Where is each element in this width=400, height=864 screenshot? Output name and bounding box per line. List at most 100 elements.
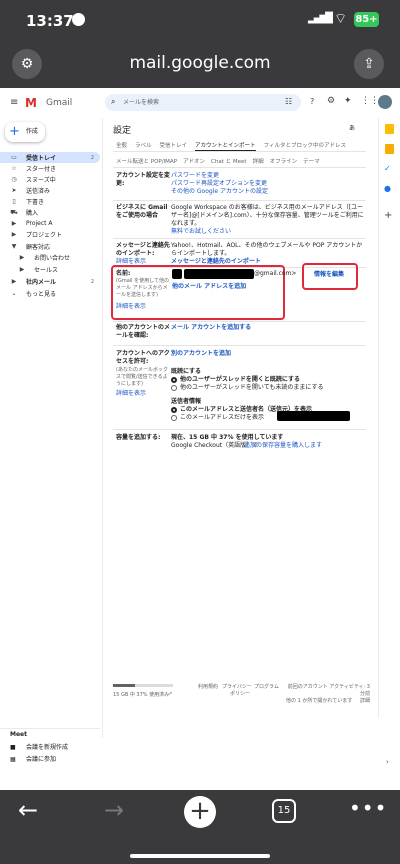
terms-link[interactable]: 利用規約 [198,684,218,691]
search-icon[interactable]: ⌕ [111,97,115,107]
grant-access-detail-link[interactable]: 詳細を表示 [116,390,146,398]
keyboard-icon: ▦ [10,756,16,763]
compose-button[interactable]: + 作成 [5,122,45,142]
tab-advanced[interactable]: 詳細 [253,157,264,165]
tab-inbox[interactable]: 受信トレイ [160,141,188,151]
program-link[interactable]: プログラム [254,684,279,691]
add-email-link[interactable]: 他のメール アドレスを追加 [172,283,246,291]
row-divider [113,200,366,201]
url-text[interactable]: mail.google.com [0,53,400,73]
meet-divider [0,728,100,729]
new-meeting-link[interactable]: 会議を新規作成 [26,744,68,752]
menu-icon[interactable]: ≡ [10,97,18,108]
share-button[interactable]: ⇪ [354,49,384,79]
mark-read-radio-2[interactable] [171,385,177,391]
password-recovery-link[interactable]: パスワード再設定オプションを変更 [171,180,267,188]
gmail-logo-icon[interactable]: M [25,96,37,110]
change-account-label: アカウント設定を変更: [116,172,171,187]
new-tab-plus-icon[interactable]: + [184,796,216,828]
sidebar-item-label: 受信トレイ [26,155,57,162]
sidebar-item-label: スター付き [26,166,57,173]
search-options-icon[interactable]: ☷ [285,97,292,106]
free-trial-link[interactable]: 無料でお試しください [171,228,231,236]
tabs-button[interactable]: 15 [272,799,296,823]
language-button[interactable]: あ [349,125,355,133]
external-link-icon[interactable]: ↗ [168,691,172,698]
sidebar-item-icon: ▶ [11,231,17,238]
name-label: 名前: [116,270,131,277]
share-icon: ⇪ [363,56,375,72]
sidebar-item[interactable]: ▭ 受信トレイ 2 [0,152,100,163]
business-text: Google Workspace のお客様は、ビジネス用のメールアドレス（[ユー… [171,204,364,227]
tab-themes[interactable]: テーマ [303,157,320,165]
add-another-account-link[interactable]: 別のアカウントを追加 [171,350,231,358]
add-addon-icon[interactable]: + [384,210,392,221]
sidebar-item[interactable]: ⌄ もっと見る [0,288,100,299]
edit-info-link[interactable]: 情報を編集 [314,271,344,279]
sidebar-item[interactable]: ➤ 送信済み [0,185,100,196]
video-icon: ■ [10,744,16,751]
business-label: ビジネスに Gmail をご使用の場合 [116,204,168,219]
sidebar-item-label: もっと見る [26,291,57,298]
gmail-app: ≡ M Gmail ⌕ メールを検索 ☷ ? ⚙ ✦ ⋮⋮ + 作成 ▭ 受信トレ… [0,88,400,790]
tab-accounts-import[interactable]: アカウントとインポート [195,141,256,151]
tab-offline[interactable]: オフライン [270,157,298,165]
expand-panel-icon[interactable]: › [386,758,389,766]
sidebar-item[interactable]: ◷ スヌーズ中 [0,174,100,185]
sidebar-item[interactable]: ▯ 下書き [0,196,100,207]
sender-radio-1[interactable] [171,407,177,413]
sidebar-item[interactable]: ▶ セールス [0,264,100,275]
search-bar[interactable]: ⌕ メールを検索 ☷ [105,94,301,111]
privacy-link[interactable]: プライバシー [222,684,252,691]
tab-chat-meet[interactable]: Chat と Meet [211,157,247,165]
google-account-settings-link[interactable]: その他の Google アカウントの設定 [171,188,268,196]
tab-general[interactable]: 全般 [116,141,127,151]
sidebar-item[interactable]: ☆ スター付き [0,163,100,174]
sidebar-item-icon: ▶ [19,254,25,261]
name-note: (Gmail を使用して他のメール アドレスからメールを送信します) [116,278,169,298]
tab-forwarding[interactable]: メール転送と POP/IMAP [116,157,177,165]
sender-radio-2[interactable] [171,415,177,421]
more-menu-icon[interactable]: ••• [349,796,387,820]
sidebar-item[interactable]: ▶ 社内メール 2 [0,276,100,287]
sidebar-item-label: 送信済み [26,188,51,195]
back-arrow-icon[interactable]: ← [18,796,38,824]
storage-bar [113,684,173,687]
join-meeting-link[interactable]: 会議に参加 [26,756,56,764]
sidebar-item-icon: ▯ [12,198,16,205]
calendar-icon[interactable] [385,124,394,134]
activity-detail-link[interactable]: 詳細 [360,698,370,705]
location-icon [72,13,85,26]
support-icon[interactable]: ? [310,97,314,106]
change-password-link[interactable]: パスワードを変更 [171,172,219,180]
forward-arrow-icon[interactable]: → [104,796,124,824]
sidebar-item[interactable]: ▼ 顧客対応 [0,241,100,252]
apps-grid-icon[interactable]: ⋮⋮ [361,96,379,106]
tabs-divider [113,151,366,152]
sidebar-item-label: セールス [34,267,59,274]
keep-icon[interactable] [385,144,394,154]
tab-filters[interactable]: フィルタとブロック中のアドレス [264,141,346,151]
redacted-address [277,411,350,421]
tab-addons[interactable]: アドオン [183,157,205,165]
sidebar-item[interactable]: ▶ Project A [0,218,100,229]
contacts-icon[interactable]: ● [384,184,391,193]
buy-storage-link[interactable]: 追加の保存容量を購入します [244,442,322,450]
storage-bar-fill [113,684,136,687]
add-mail-account-link[interactable]: メール アカウントを追加する [171,324,251,332]
tab-labels[interactable]: ラベル [135,141,152,151]
name-detail-link[interactable]: 詳細を表示 [116,303,146,311]
avatar[interactable] [378,95,392,109]
sidebar-item[interactable]: ▶ プロジェクト [0,229,100,240]
mark-read-radio-1[interactable] [171,377,177,383]
policy-link[interactable]: ポリシー [230,691,250,698]
tasks-icon[interactable]: ✓ [384,164,391,173]
sidebar-divider [102,118,103,738]
gemini-icon[interactable]: ✦ [344,96,352,106]
sidebar-item[interactable]: ▶ お問い合わせ [0,252,100,263]
sidebar-item-label: 下書き [26,199,45,206]
row-divider [113,321,366,322]
sidebar-item[interactable]: ⛟ 購入 [0,207,100,218]
settings-icon[interactable]: ⚙ [327,96,335,106]
open-elsewhere-text: 他の 1 か所で開かれています [286,698,353,704]
